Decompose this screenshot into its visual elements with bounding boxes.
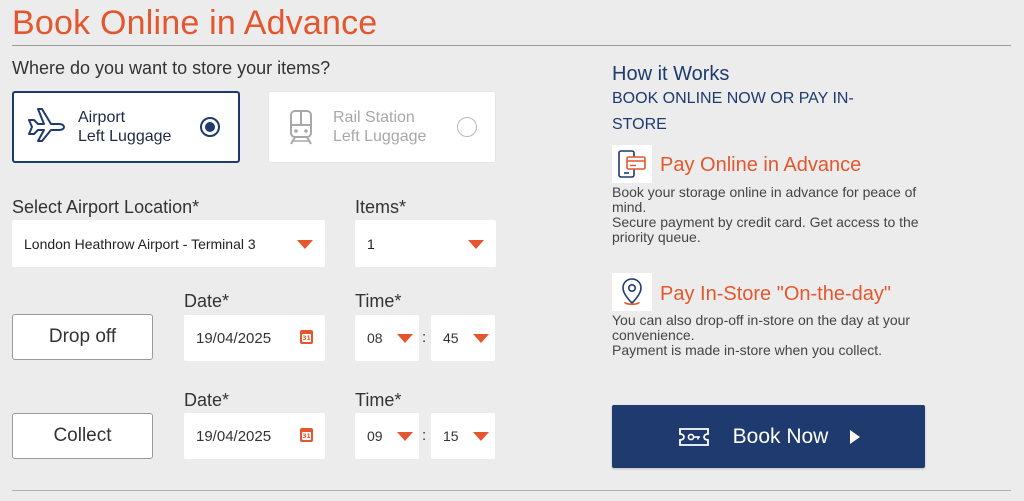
book-now-label: Book Now: [732, 424, 829, 448]
collect-hour-select[interactable]: 09: [355, 413, 419, 459]
option-label-line2: Left Luggage: [333, 128, 427, 145]
collect-time-label: Time*: [355, 390, 402, 410]
card-payment-icon: [612, 145, 652, 183]
chevron-down-icon: [473, 334, 489, 343]
pay-online-description: Book your storage online in advance for …: [612, 184, 919, 245]
location-label: Select Airport Location*: [12, 197, 200, 217]
dropoff-hour-value: 08: [367, 330, 383, 346]
dropoff-date-value: 19/04/2025: [196, 329, 272, 347]
time-separator: :: [422, 329, 427, 346]
airport-location-select[interactable]: London Heathrow Airport - Terminal 3: [12, 220, 325, 267]
storage-question: Where do you want to store your items?: [12, 58, 331, 78]
option-label-line1: Airport: [78, 109, 126, 126]
collect-hour-value: 09: [367, 428, 383, 444]
rail-station-left-luggage-option[interactable]: Rail Station Left Luggage: [268, 91, 496, 163]
dropoff-time-label: Time*: [355, 291, 402, 311]
airplane-icon: [14, 107, 70, 147]
airport-location-value: London Heathrow Airport - Terminal 3: [24, 235, 256, 252]
page-title: Book Online in Advance: [12, 4, 378, 42]
collect-minute-select[interactable]: 15: [431, 413, 495, 459]
chevron-down-icon: [297, 239, 313, 249]
train-icon: [269, 107, 325, 147]
calendar-icon[interactable]: 31: [300, 330, 313, 344]
play-arrow-icon: [850, 429, 861, 444]
title-divider: [12, 45, 1011, 46]
collect-button[interactable]: Collect: [12, 413, 153, 459]
airport-radio[interactable]: [200, 117, 220, 137]
how-it-works-title: How it Works: [612, 63, 730, 85]
location-pin-icon: [612, 273, 652, 311]
collect-minute-value: 15: [443, 428, 459, 444]
dropoff-date-label: Date*: [184, 291, 230, 311]
dropoff-hour-select[interactable]: 08: [355, 315, 419, 361]
airport-left-luggage-option[interactable]: Airport Left Luggage: [12, 91, 240, 163]
book-now-button[interactable]: Book Now: [612, 405, 925, 468]
dropoff-date-input[interactable]: 19/04/2025 31: [184, 315, 325, 361]
calendar-icon[interactable]: 31: [300, 428, 313, 442]
dropoff-minute-select[interactable]: 45: [431, 315, 495, 361]
chevron-down-icon: [468, 239, 484, 249]
items-select[interactable]: 1: [355, 220, 496, 267]
option-label-line1: Rail Station: [333, 109, 415, 126]
items-label: Items*: [355, 197, 407, 217]
option-label-line2: Left Luggage: [78, 128, 172, 145]
drop-off-button[interactable]: Drop off: [12, 314, 153, 360]
items-value: 1: [367, 235, 375, 252]
rail-station-radio[interactable]: [457, 117, 477, 137]
chevron-down-icon: [397, 432, 413, 441]
bottom-divider: [12, 490, 1011, 491]
ticket-icon: [677, 425, 711, 449]
collect-date-label: Date*: [184, 390, 230, 410]
how-it-works-subtitle: BOOK ONLINE NOW OR PAY IN-STORE: [612, 90, 854, 133]
time-separator: :: [422, 427, 427, 444]
pay-online-title: Pay Online in Advance: [660, 154, 862, 176]
collect-date-input[interactable]: 19/04/2025 31: [184, 413, 325, 459]
collect-date-value: 19/04/2025: [196, 427, 272, 445]
chevron-down-icon: [397, 334, 413, 343]
chevron-down-icon: [473, 432, 489, 441]
dropoff-minute-value: 45: [443, 330, 459, 346]
pay-in-store-title: Pay In-Store "On-the-day": [660, 283, 891, 305]
pay-in-store-description: You can also drop-off in-store on the da…: [612, 312, 911, 358]
